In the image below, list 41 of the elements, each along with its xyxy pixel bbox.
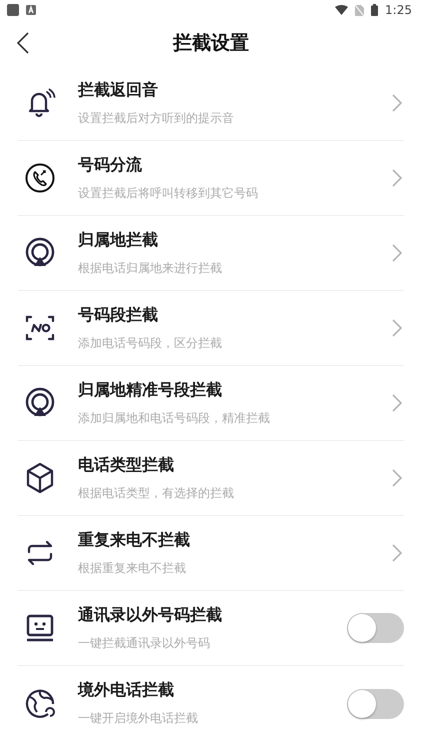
chevron-right-icon[interactable]	[392, 394, 402, 412]
toggle-switch[interactable]	[347, 613, 404, 643]
wifi-icon	[335, 5, 348, 15]
item-subtitle: 添加归属地和电话号码段，精准拦截	[78, 410, 270, 426]
item-title: 境外电话拦截	[78, 680, 174, 701]
chevron-right-icon[interactable]	[392, 94, 402, 112]
phone-circle-icon	[24, 162, 56, 194]
item-title: 归属地拦截	[78, 230, 158, 250]
item-subtitle: 添加电话号码段，区分拦截	[78, 334, 222, 352]
chevron-right-icon[interactable]	[392, 319, 402, 337]
chevron-right-icon[interactable]	[392, 544, 402, 562]
item-title: 号码分流	[78, 154, 142, 176]
chevron-right-icon[interactable]	[392, 244, 402, 262]
battery-icon	[371, 4, 378, 16]
item-subtitle: 根据电话类型，有选择的拦截	[78, 484, 234, 502]
status-time: 1:25	[385, 3, 412, 17]
cube-icon	[24, 462, 56, 494]
item-subtitle: 设置拦截后将呼叫转移到其它号码	[78, 184, 258, 202]
no-sim-icon	[355, 4, 364, 16]
screen-face-icon	[24, 612, 56, 644]
toggle-switch[interactable]	[347, 688, 404, 718]
app-notification-icon	[7, 4, 19, 16]
item-title: 归属地精准号段拦截	[78, 380, 222, 400]
globe-refresh-icon	[24, 688, 56, 720]
chevron-right-icon[interactable]	[392, 169, 402, 187]
chevron-right-icon[interactable]	[392, 469, 402, 487]
item-subtitle: 一键开启境外电话拦截	[78, 710, 198, 727]
item-title: 通讯录以外号码拦截	[78, 604, 222, 626]
item-title: 重复来电不拦截	[78, 530, 190, 550]
item-subtitle: 一键拦截通讯录以外号码	[78, 634, 210, 652]
back-button[interactable]	[16, 31, 30, 55]
location-ring-icon	[24, 387, 56, 419]
item-subtitle: 根据电话归属地来进行拦截	[78, 260, 222, 276]
location-ring-icon	[24, 237, 56, 269]
item-subtitle: 设置拦截后对方听到的提示音	[78, 110, 234, 126]
item-title: 电话类型拦截	[78, 454, 174, 476]
page-title: 拦截设置	[173, 31, 249, 56]
item-title: 拦截返回音	[78, 80, 158, 100]
item-subtitle: 根据重复来电不拦截	[78, 560, 186, 576]
notification-icon	[26, 5, 36, 15]
item-title: 号码段拦截	[78, 304, 158, 326]
